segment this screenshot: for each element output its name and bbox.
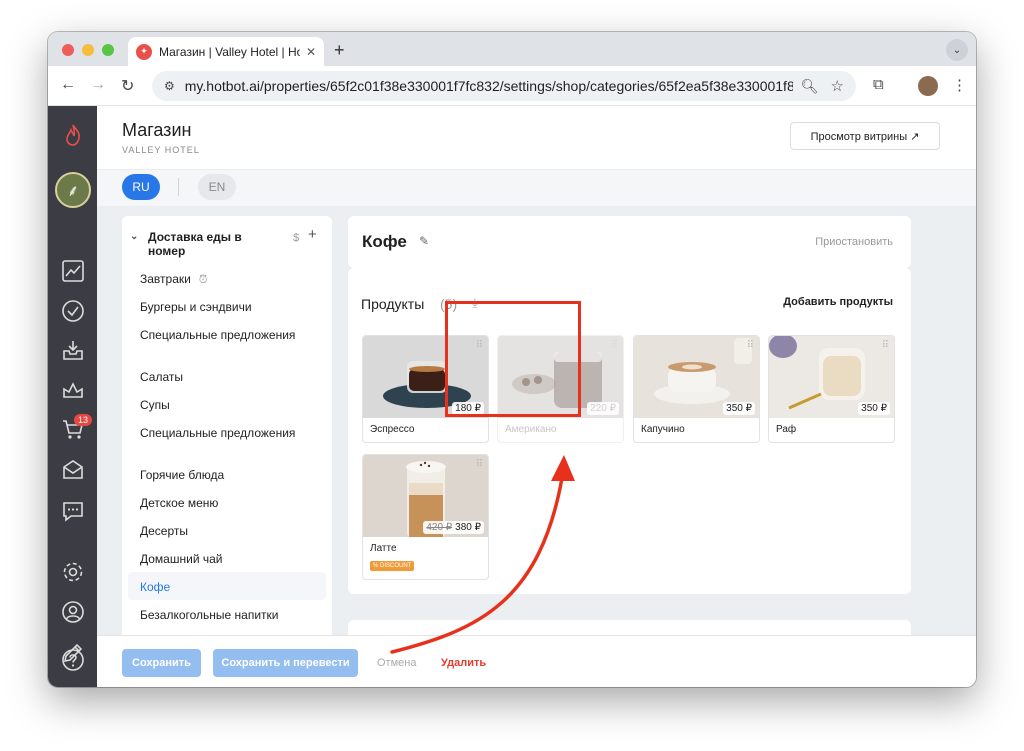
save-button[interactable]: Сохранить <box>122 649 201 677</box>
maximize-window-button[interactable] <box>102 44 114 56</box>
view-storefront-button[interactable]: Просмотр витрины ↗ <box>790 122 940 150</box>
lang-ru-button[interactable]: RU <box>122 174 160 200</box>
property-avatar[interactable]: ⸙ <box>55 172 91 208</box>
check-circle-icon[interactable] <box>60 298 86 324</box>
old-price: 420 ₽ <box>426 522 453 533</box>
flame-logo-icon[interactable] <box>60 122 86 148</box>
category-item-coffee[interactable]: Кофе <box>128 572 326 600</box>
drag-handle-icon[interactable]: ⠿ <box>882 340 889 351</box>
products-card: Продукты (5) ⤓ Добавить продукты ⠿ 180 ₽… <box>348 268 911 594</box>
menu-kebab-icon[interactable]: ⋮ <box>952 76 967 94</box>
tab-title: Магазин | Valley Hotel | Hotbot <box>159 44 300 59</box>
add-category-button[interactable]: + <box>308 227 317 242</box>
sidebar: ⸙ 13 <box>48 106 97 687</box>
property-name: VALLEY HOTEL <box>122 145 200 155</box>
lang-en-button[interactable]: EN <box>198 174 236 200</box>
zoom-icon[interactable]: 🔍︎ <box>801 78 819 95</box>
page-title: Магазин <box>122 120 192 140</box>
help-icon[interactable] <box>60 647 86 673</box>
product-card-raf[interactable]: ⠿ 350 ₽ Раф <box>768 335 895 443</box>
product-name: Раф <box>776 424 797 435</box>
url-text[interactable]: my.hotbot.ai/properties/65f2c01f38e33000… <box>185 78 793 94</box>
address-bar[interactable]: ⚙ my.hotbot.ai/properties/65f2c01f38e330… <box>152 71 856 101</box>
help-icon[interactable] <box>60 681 86 687</box>
product-name: Капучино <box>641 424 685 435</box>
title-bar: ✦ Магазин | Valley Hotel | Hotbot ✕ + ⌄ <box>48 32 976 66</box>
new-tab-button[interactable]: + <box>334 40 345 61</box>
drag-handle-icon[interactable]: ⠿ <box>611 340 618 351</box>
user-icon[interactable] <box>60 599 86 625</box>
category-group-name: Доставка еды в номер <box>148 230 242 258</box>
delete-button[interactable]: Удалить <box>441 657 486 669</box>
gear-icon[interactable] <box>60 559 86 585</box>
drag-handle-icon[interactable]: ⠿ <box>476 459 483 470</box>
product-name: Латте <box>370 543 397 554</box>
save-and-translate-button[interactable]: Сохранить и перевести <box>213 649 358 677</box>
edit-pencil-icon[interactable]: ✎ <box>419 234 429 248</box>
category-item-specials[interactable]: Специальные предложения <box>128 328 326 342</box>
category-title: Кофе <box>362 232 407 251</box>
category-item-burgers[interactable]: Бургеры и сэндвичи <box>128 300 326 314</box>
new-price: 380 ₽ <box>455 522 481 533</box>
forward-icon[interactable]: → <box>90 76 106 94</box>
minimize-window-button[interactable] <box>82 44 94 56</box>
category-item-tea[interactable]: Домашний чай <box>128 552 326 566</box>
inbox-icon[interactable] <box>60 337 86 363</box>
products-title: Продукты <box>361 296 425 312</box>
extensions-icon[interactable]: ⧉ <box>873 76 884 93</box>
drag-handle-icon[interactable]: ⠿ <box>747 340 754 351</box>
category-item-hot-dishes[interactable]: Горячие блюда <box>128 468 326 482</box>
tab-search-button[interactable]: ⌄ <box>946 39 968 61</box>
category-item-soups[interactable]: Супы <box>128 398 326 412</box>
category-panel: ⌄ Доставка еды в номер $ + Завтраки ⏰︎ Бу… <box>122 216 332 676</box>
back-icon[interactable]: ← <box>60 76 76 94</box>
lang-divider <box>178 178 179 196</box>
category-item-salads[interactable]: Салаты <box>128 370 326 384</box>
category-item-specials-2[interactable]: Специальные предложения <box>128 426 326 440</box>
dollar-icon[interactable]: $ <box>293 231 299 245</box>
language-bar: RU EN <box>97 170 976 206</box>
chevron-down-icon[interactable]: ⌄ <box>130 230 138 244</box>
profile-avatar[interactable] <box>918 76 938 96</box>
add-products-button[interactable]: Добавить продукты <box>783 296 893 308</box>
highlight-box <box>445 301 581 417</box>
category-item-breakfast[interactable]: Завтраки ⏰︎ <box>128 272 326 287</box>
crown-icon[interactable] <box>60 376 86 402</box>
category-item-soft-drinks[interactable]: Безалкогольные напитки <box>128 608 326 622</box>
product-price: 350 ₽ <box>858 402 890 415</box>
product-price: 350 ₽ <box>723 402 755 415</box>
mail-icon[interactable] <box>60 456 86 482</box>
close-tab-icon[interactable]: ✕ <box>306 45 316 59</box>
product-price: 220 ₽ <box>587 402 619 415</box>
cart-badge: 13 <box>74 414 93 426</box>
browser-toolbar: ← → ↻ ⚙ my.hotbot.ai/properties/65f2c01f… <box>48 66 976 106</box>
product-price: 420 ₽380 ₽ <box>423 521 484 534</box>
cancel-button[interactable]: Отмена <box>377 657 416 669</box>
discount-badge: % DISCOUNT <box>370 561 415 571</box>
product-card-cappuccino[interactable]: ⠿ 350 ₽ Капучино <box>633 335 760 443</box>
category-item-desserts[interactable]: Десерты <box>128 524 326 538</box>
product-name: Американо <box>505 424 557 435</box>
category-item-kids-menu[interactable]: Детское меню <box>128 496 326 510</box>
chat-icon[interactable] <box>60 498 86 524</box>
reload-icon[interactable]: ↻ <box>121 76 134 96</box>
alarm-clock-icon: ⏰︎ <box>198 274 208 286</box>
category-header-card: Кофе ✎ Приостановить <box>348 216 911 268</box>
product-name: Эспрессо <box>370 424 415 435</box>
action-footer: Сохранить Сохранить и перевести Отмена У… <box>97 635 976 687</box>
hotbot-flame-icon: ✦ <box>136 43 152 60</box>
pause-category-button[interactable]: Приостановить <box>815 236 893 248</box>
site-settings-icon[interactable]: ⚙ <box>164 79 175 93</box>
product-card-latte[interactable]: ⠿ 420 ₽380 ₽ Латте % DISCOUNT <box>362 454 489 580</box>
browser-tab[interactable]: ✦ Магазин | Valley Hotel | Hotbot ✕ <box>128 37 324 66</box>
bookmark-star-icon[interactable]: ☆ <box>831 77 844 95</box>
close-window-button[interactable] <box>62 44 74 56</box>
analytics-icon[interactable] <box>60 258 86 284</box>
page-header: Магазин VALLEY HOTEL Просмотр витрины ↗ <box>97 106 976 170</box>
